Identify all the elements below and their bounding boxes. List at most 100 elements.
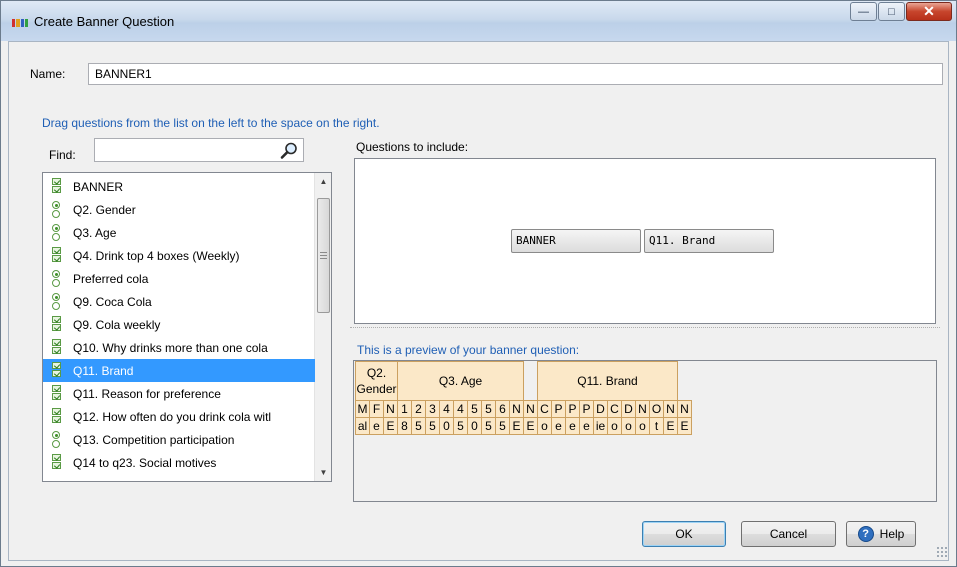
search-icon[interactable]: [279, 141, 299, 161]
question-label: Q11. Brand: [73, 363, 134, 378]
preview-column-cell: P: [579, 400, 594, 418]
single-radio-icon: [52, 431, 66, 448]
question-list-item[interactable]: Q11. Brand: [43, 359, 315, 382]
scroll-thumb[interactable]: [317, 198, 330, 313]
preview-column-cell: 3: [425, 400, 440, 418]
preview-column-cell: 1: [397, 400, 412, 418]
name-input[interactable]: BANNER1: [88, 63, 943, 85]
preview-column-cell: al: [355, 417, 370, 435]
single-radio-icon: [52, 224, 66, 241]
find-input[interactable]: [94, 138, 304, 162]
question-label: Preferred cola: [73, 271, 149, 286]
caption-buttons: — □ ✕: [849, 2, 952, 21]
preview-column-cell: N: [677, 400, 692, 418]
preview-column-cell: C: [537, 400, 552, 418]
question-label: Q2. Gender: [73, 202, 136, 217]
include-chip-banner[interactable]: BANNER: [511, 229, 641, 253]
preview-column-cell: 5: [495, 417, 510, 435]
question-list-item[interactable]: Q11. Reason for preference: [43, 382, 315, 405]
preview-column-cell: N: [509, 400, 524, 418]
preview-column-cell: P: [565, 400, 580, 418]
resize-grip-icon[interactable]: [936, 546, 948, 558]
multi-check-icon: [52, 247, 66, 264]
preview-column-cell: D: [593, 400, 608, 418]
question-list-item[interactable]: Q4. Drink top 4 boxes (Weekly): [43, 244, 315, 267]
preview-column-cell: D: [621, 400, 636, 418]
preview-column-cell: ie: [593, 417, 608, 435]
list-scrollbar[interactable]: ▲ ▼: [314, 173, 331, 481]
ok-label: OK: [675, 527, 693, 541]
preview-column-cell: P: [551, 400, 566, 418]
question-label: Q10. Why drinks more than one cola: [73, 340, 268, 355]
maximize-icon: □: [888, 5, 895, 18]
help-label: Help: [879, 527, 905, 541]
question-list-item[interactable]: Q9. Cola weekly: [43, 313, 315, 336]
maximize-button[interactable]: □: [878, 2, 905, 21]
app-icon-bar: [20, 19, 24, 27]
preview-column-cell: 0: [439, 417, 454, 435]
cancel-button[interactable]: Cancel: [741, 521, 836, 547]
preview-column-cell: e: [565, 417, 580, 435]
app-icon: [12, 19, 28, 27]
close-button[interactable]: ✕: [906, 2, 952, 21]
ok-button[interactable]: OK: [642, 521, 726, 547]
preview-column-cell: 5: [467, 400, 482, 418]
preview-group-header: Q3. Age: [397, 361, 524, 401]
app-icon-bar: [16, 19, 20, 27]
app-icon-bar: [24, 19, 28, 27]
scroll-down-arrow-icon[interactable]: ▼: [315, 464, 331, 481]
single-radio-icon: [52, 201, 66, 218]
preview-group-header: [678, 362, 692, 401]
preview-column-cell: C: [607, 400, 622, 418]
question-list-item[interactable]: Q13. Competition participation: [43, 428, 315, 451]
question-list-item[interactable]: Q12. How often do you drink cola witl: [43, 405, 315, 428]
cancel-label: Cancel: [769, 527, 808, 541]
preview-column-cell: E: [383, 417, 398, 435]
minimize-icon: —: [858, 5, 869, 18]
question-label: Q13. Competition participation: [73, 432, 235, 447]
question-label: Q3. Age: [73, 225, 117, 240]
preview-column-cell: 5: [411, 417, 426, 435]
preview-column-cell: e: [369, 417, 384, 435]
preview-column-cell: t: [649, 417, 664, 435]
preview-column-cell: O: [649, 400, 664, 418]
question-list-item[interactable]: Q10. Why drinks more than one cola: [43, 336, 315, 359]
question-list-item[interactable]: Q3. Age: [43, 221, 315, 244]
question-list-item[interactable]: Q9. Coca Cola: [43, 290, 315, 313]
include-chip-q11-brand[interactable]: Q11. Brand: [644, 229, 774, 253]
preview-column-cell: o: [607, 417, 622, 435]
question-label: BANNER: [73, 179, 124, 194]
question-list-item[interactable]: Q2. Gender: [43, 198, 315, 221]
title-bar[interactable]: Create Banner Question — □ ✕: [1, 1, 956, 41]
preview-column-cell: e: [579, 417, 594, 435]
window-title: Create Banner Question: [34, 14, 175, 29]
preview-column-cell: 2: [411, 400, 426, 418]
multi-check-icon: [52, 178, 66, 195]
grip-icon: [320, 252, 327, 259]
preview-group-header: Q11. Brand: [537, 361, 678, 401]
preview-column-cell: 5: [481, 417, 496, 435]
question-list-item[interactable]: Preferred cola: [43, 267, 315, 290]
preview-column-cell: E: [677, 417, 692, 435]
multi-check-icon: [52, 362, 66, 379]
help-button[interactable]: ? Help: [846, 521, 916, 547]
question-list-item[interactable]: BANNER: [43, 175, 315, 198]
preview-column-cell: F: [369, 400, 384, 418]
minimize-button[interactable]: —: [850, 2, 877, 21]
multi-check-icon: [52, 339, 66, 356]
preview-column-cell: o: [537, 417, 552, 435]
question-list[interactable]: ▲ ▼ BANNER Q2. Gender Q3. Age Q4. Drink top…: [42, 172, 332, 482]
pane-splitter[interactable]: [350, 327, 940, 328]
preview-column-cell: e: [551, 417, 566, 435]
multi-check-icon: [52, 385, 66, 402]
find-label: Find:: [49, 148, 76, 162]
scroll-up-arrow-icon[interactable]: ▲: [315, 173, 331, 190]
preview-group-header: [524, 362, 538, 401]
name-label: Name:: [30, 67, 66, 81]
preview-column-cell: E: [523, 417, 538, 435]
single-radio-icon: [52, 293, 66, 310]
question-label: Q9. Cola weekly: [73, 317, 161, 332]
close-icon: ✕: [923, 3, 935, 19]
question-list-item[interactable]: Q14 to q23. Social motives: [43, 451, 315, 474]
preview-column-cell: o: [621, 417, 636, 435]
